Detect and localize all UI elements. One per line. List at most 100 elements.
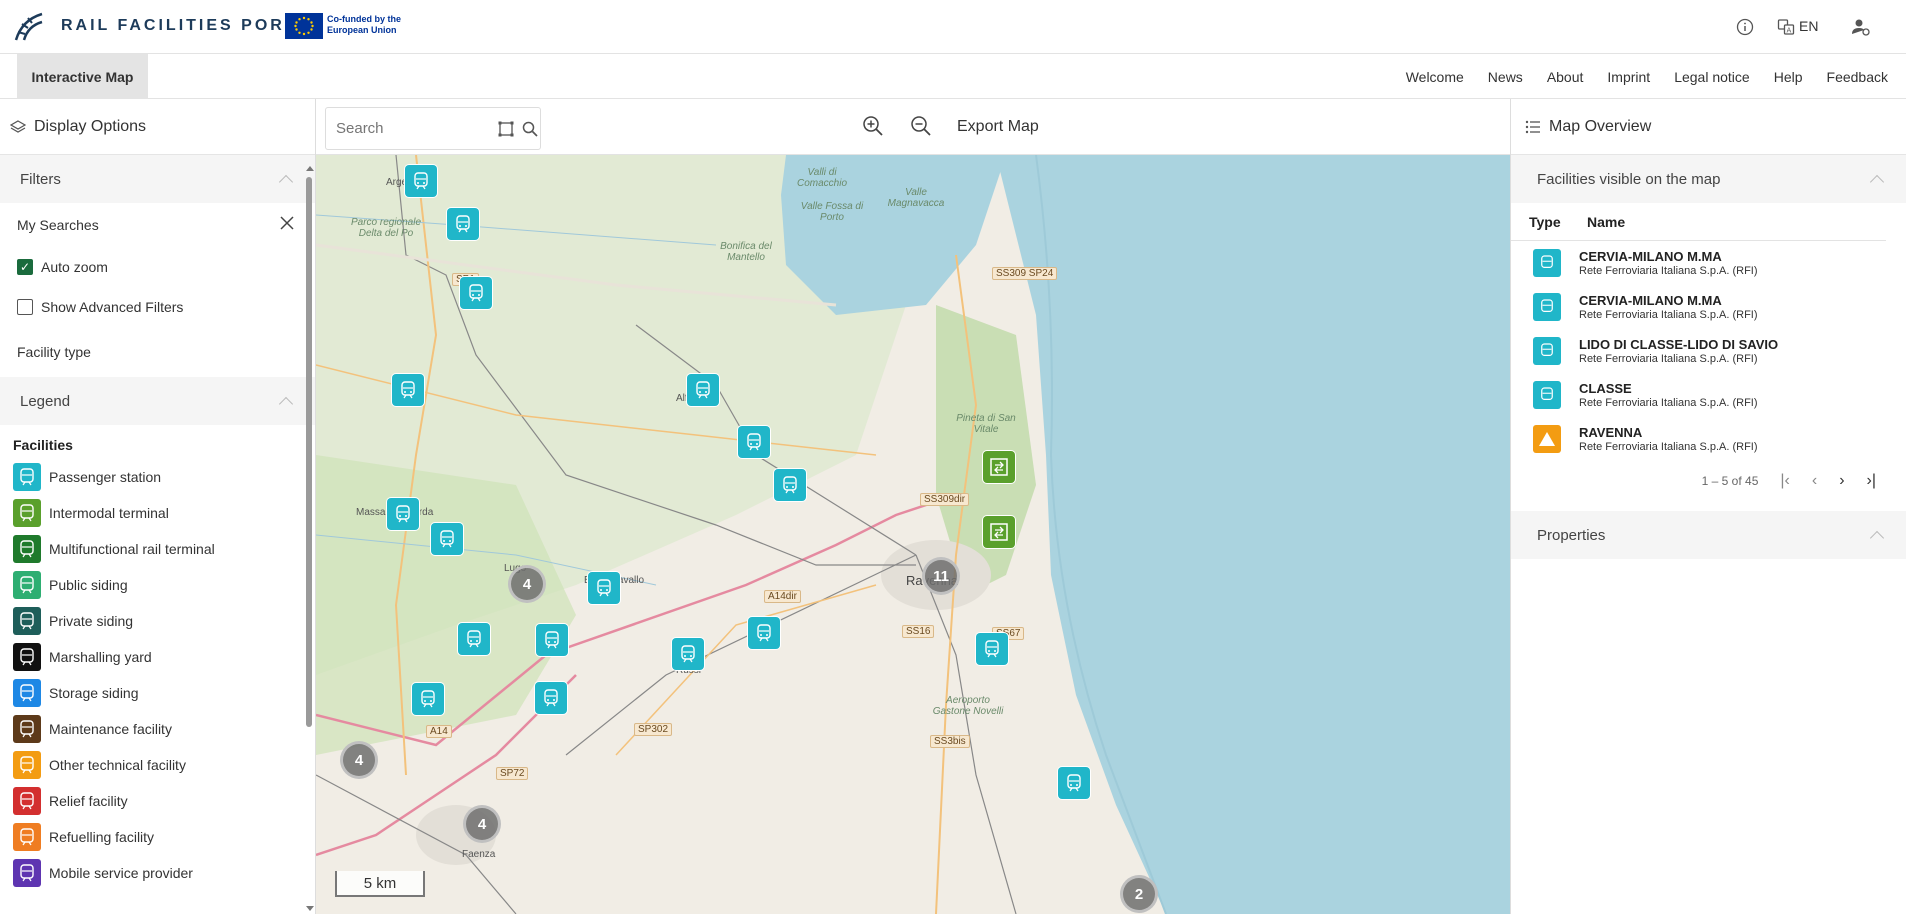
passenger-station-icon (1533, 337, 1561, 365)
legend-item: Relief facility (0, 783, 315, 819)
passenger-station-marker[interactable] (738, 426, 770, 458)
legend-label: Mobile service provider (49, 865, 193, 881)
prev-page-icon[interactable]: ‹ (1812, 472, 1817, 490)
maintenance-facility-icon (13, 715, 41, 743)
chevron-up-icon[interactable] (1869, 174, 1885, 190)
nav-imprint[interactable]: Imprint (1607, 69, 1650, 85)
passenger-station-marker[interactable] (460, 277, 492, 309)
facility-row[interactable]: CERVIA-MILANO M.MA Rete Ferroviaria Itali… (1511, 285, 1906, 329)
visible-facilities-header[interactable]: Facilities visible on the map (1511, 155, 1906, 203)
translate-icon[interactable]: A (1775, 16, 1797, 38)
search-box[interactable] (325, 107, 541, 150)
map-overview-panel: Map Overview Facilities visible on the m… (1510, 99, 1906, 914)
legend-section-header[interactable]: Legend (0, 377, 315, 425)
language-selector[interactable]: EN (1799, 18, 1818, 34)
facility-name[interactable]: CLASSE (1579, 381, 1758, 396)
facility-name[interactable]: CERVIA-MILANO M.MA (1579, 249, 1758, 264)
info-icon[interactable] (1734, 16, 1756, 38)
passenger-station-marker[interactable] (672, 638, 704, 670)
facility-row[interactable]: LIDO DI CLASSE-LIDO DI SAVIO Rete Ferrovi… (1511, 329, 1906, 373)
nav-help[interactable]: Help (1774, 69, 1803, 85)
passenger-station-marker[interactable] (431, 523, 463, 555)
passenger-station-marker[interactable] (412, 683, 444, 715)
facility-name[interactable]: LIDO DI CLASSE-LIDO DI SAVIO (1579, 337, 1778, 352)
facility-name[interactable]: CERVIA-MILANO M.MA (1579, 293, 1758, 308)
map-cluster[interactable]: 11 (922, 557, 960, 595)
nav-legal-notice[interactable]: Legal notice (1674, 69, 1750, 85)
next-page-icon[interactable]: › (1839, 472, 1844, 490)
passenger-station-marker[interactable] (1058, 767, 1090, 799)
auto-zoom-checkbox[interactable]: ✓ (17, 259, 33, 275)
facility-type-row[interactable]: Facility type (0, 327, 315, 377)
passenger-station-marker[interactable] (392, 374, 424, 406)
nav-bar: Interactive Map Welcome News About Impri… (0, 54, 1906, 99)
search-input[interactable] (336, 120, 486, 137)
advanced-filters-row[interactable]: Show Advanced Filters (0, 287, 315, 327)
left-panel-scrollbar[interactable] (302, 163, 314, 914)
passenger-station-marker[interactable] (387, 498, 419, 530)
passenger-station-marker[interactable] (687, 374, 719, 406)
intermodal-terminal-marker[interactable] (983, 451, 1015, 483)
nav-welcome[interactable]: Welcome (1406, 69, 1464, 85)
display-options-header[interactable]: Display Options (0, 99, 315, 155)
nav-feedback[interactable]: Feedback (1827, 69, 1888, 85)
passenger-station-marker[interactable] (748, 617, 780, 649)
passenger-station-marker[interactable] (458, 623, 490, 655)
facility-name[interactable]: RAVENNA (1579, 425, 1758, 440)
rail-logo-icon[interactable] (12, 10, 46, 42)
map-place-label: Faenza (462, 849, 496, 860)
auto-zoom-row[interactable]: ✓ Auto zoom (0, 247, 315, 287)
map-canvas[interactable]: Argenta Parco regionale Delta del Po Valli… (316, 155, 1510, 914)
chevron-up-icon[interactable] (278, 396, 294, 412)
passenger-station-marker[interactable] (588, 572, 620, 604)
multifunctional-terminal-icon (13, 535, 41, 563)
scroll-up-icon[interactable] (304, 163, 316, 173)
map-cluster[interactable]: 4 (508, 565, 546, 603)
facility-row[interactable]: CLASSE Rete Ferroviaria Italiana S.p.A. (… (1511, 373, 1906, 417)
passenger-station-marker[interactable] (536, 624, 568, 656)
advanced-filters-checkbox[interactable] (17, 299, 33, 315)
map-cluster[interactable]: 4 (340, 741, 378, 779)
passenger-station-marker[interactable] (976, 633, 1008, 665)
map-cluster[interactable]: 4 (463, 805, 501, 843)
map-cluster[interactable]: 2 (1120, 875, 1158, 913)
passenger-station-marker[interactable] (447, 208, 479, 240)
marshalling-yard-icon (13, 643, 41, 671)
zoom-in-icon[interactable] (862, 115, 884, 137)
other-technical-facility-icon (1533, 425, 1561, 453)
chevron-up-icon[interactable] (278, 174, 294, 190)
passenger-station-marker[interactable] (405, 165, 437, 197)
intermodal-terminal-marker[interactable] (983, 516, 1015, 548)
first-page-icon[interactable]: |‹ (1780, 472, 1789, 490)
passenger-station-marker[interactable] (774, 469, 806, 501)
legend-label: Storage siding (49, 685, 139, 701)
road-label: SS3bis (930, 735, 970, 748)
map-overview-title: Map Overview (1549, 117, 1652, 135)
nav-news[interactable]: News (1488, 69, 1523, 85)
list-icon (1525, 120, 1540, 133)
map-overview-header[interactable]: Map Overview (1511, 99, 1906, 155)
close-icon[interactable] (279, 215, 295, 231)
facility-row[interactable]: RAVENNA Rete Ferroviaria Italiana S.p.A. … (1511, 417, 1906, 461)
filters-section-header[interactable]: Filters (0, 155, 315, 203)
chevron-up-icon[interactable] (1869, 530, 1885, 546)
last-page-icon[interactable]: ›| (1867, 472, 1876, 490)
scroll-down-icon[interactable] (304, 904, 316, 914)
facility-operator: Rete Ferroviaria Italiana S.p.A. (RFI) (1579, 440, 1758, 453)
svg-text:A: A (1787, 27, 1792, 35)
road-label: SS309dir (920, 493, 970, 506)
export-map-button[interactable]: Export Map (957, 118, 1039, 136)
search-icon[interactable] (522, 121, 538, 137)
passenger-station-marker[interactable] (535, 682, 567, 714)
scroll-thumb[interactable] (306, 177, 312, 727)
tab-interactive-map[interactable]: Interactive Map (17, 54, 148, 99)
properties-header[interactable]: Properties (1511, 511, 1906, 559)
facility-operator: Rete Ferroviaria Italiana S.p.A. (RFI) (1579, 352, 1758, 365)
legend-label: Multifunctional rail terminal (49, 541, 215, 557)
user-settings-icon[interactable] (1850, 16, 1872, 38)
public-siding-icon (13, 571, 41, 599)
facility-row[interactable]: CERVIA-MILANO M.MA Rete Ferroviaria Itali… (1511, 241, 1906, 285)
zoom-out-icon[interactable] (910, 115, 932, 137)
nav-about[interactable]: About (1547, 69, 1584, 85)
area-select-icon[interactable] (498, 121, 514, 137)
